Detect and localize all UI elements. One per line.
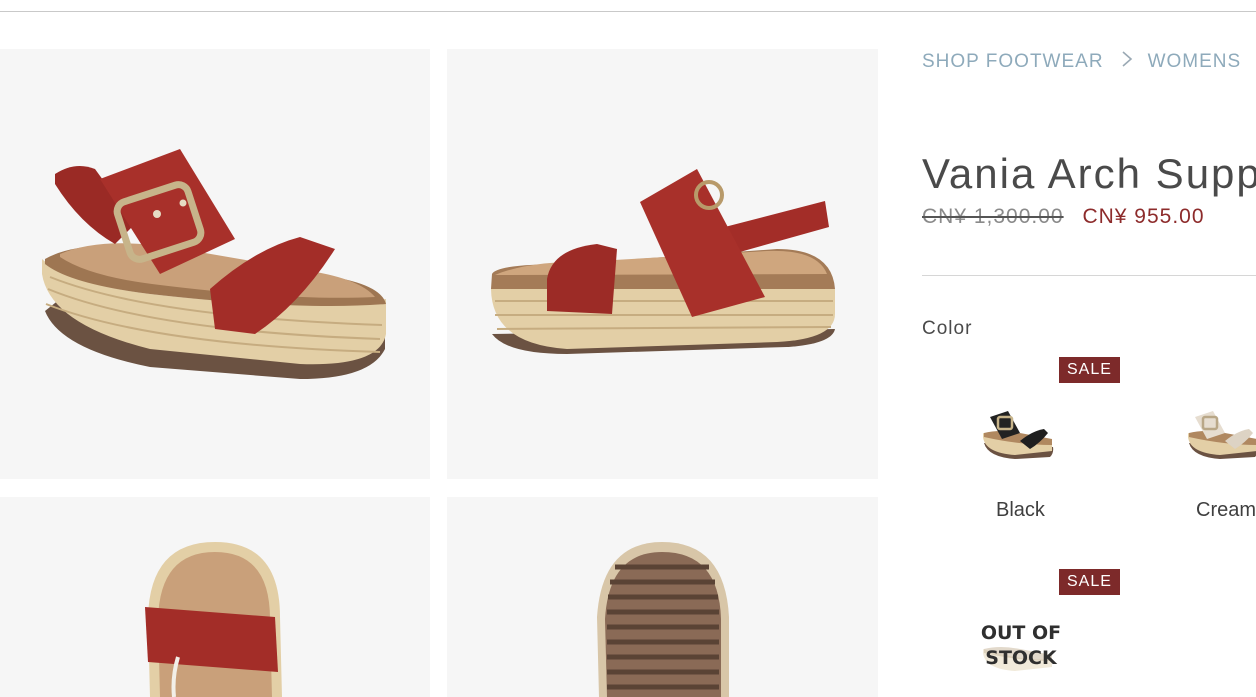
gallery-image-front-angle[interactable] [0,49,430,479]
price-row: CN¥ 1,300.00 CN¥ 955.00 [922,205,1205,229]
chevron-right-icon [1120,49,1134,75]
breadcrumb-womens[interactable]: WOMENS [1148,51,1242,73]
price-divider [922,275,1256,276]
color-swatch-cream[interactable]: Cream [1165,357,1256,527]
color-swatch-out-of-stock[interactable]: SALE OUT OF STOCK [955,569,1135,697]
gallery-image-top[interactable] [0,497,430,697]
out-of-stock-label: OUT OF STOCK [980,622,1062,669]
sandal-side-image [491,169,835,354]
breadcrumb-shop-footwear[interactable]: SHOP FOOTWEAR [922,51,1104,73]
swatch-name-black: Black [996,499,1045,521]
gallery-image-side[interactable] [447,49,878,479]
color-swatch-black[interactable]: SALE Black [955,357,1135,527]
original-price: CN¥ 1,300.00 [922,205,1064,228]
header-divider [0,11,1256,12]
swatch-name-cream: Cream [1196,499,1256,521]
sandal-sole-image [597,542,729,697]
product-title: Vania Arch Supp [922,150,1256,198]
color-label: Color [922,318,973,339]
sandal-angle-image [42,149,386,379]
gallery-image-sole[interactable] [447,497,878,697]
sale-badge: SALE [1059,569,1120,595]
sale-badge: SALE [1059,357,1120,383]
sandal-top-image [145,542,282,697]
cream-sandal-thumbnail [1188,411,1256,459]
sale-price: CN¥ 955.00 [1082,205,1205,228]
breadcrumb: SHOP FOOTWEAR WOMENS [922,49,1256,75]
black-sandal-thumbnail [983,411,1054,459]
